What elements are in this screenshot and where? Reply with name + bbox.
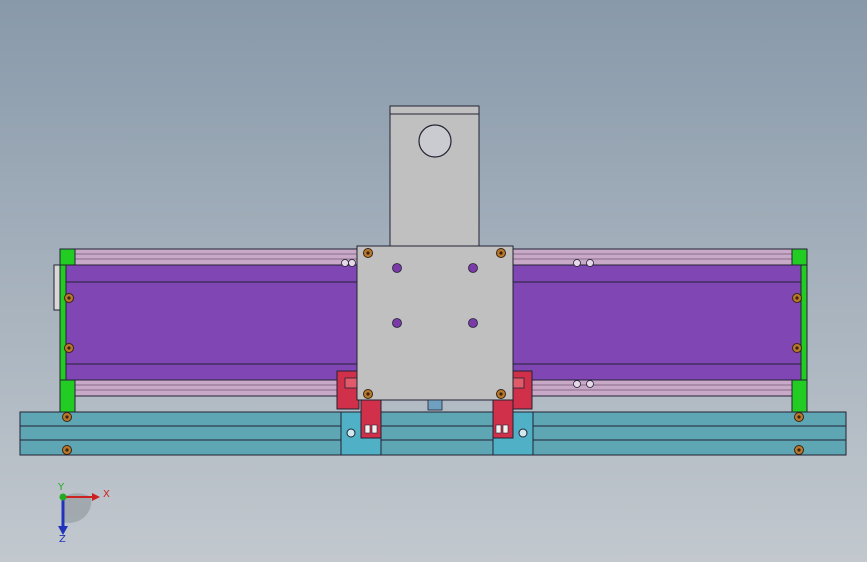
base-plate[interactable] [19,411,847,456]
limit-sensor[interactable] [53,264,61,311]
carriage-plate[interactable] [356,245,514,401]
motor-shaft-hole [418,124,452,158]
motor-bracket[interactable] [389,105,480,248]
lead-screw-nut[interactable] [427,399,443,411]
z-axis-label: Z [59,534,66,545]
y-axis-dot [59,493,67,501]
cad-viewport[interactable]: X Y Z [0,0,867,562]
x-axis-label: X [103,489,110,500]
y-axis-label: Y [57,482,65,493]
reference-triad[interactable]: X Y Z [57,482,110,545]
x-axis-arrowhead [92,493,100,501]
